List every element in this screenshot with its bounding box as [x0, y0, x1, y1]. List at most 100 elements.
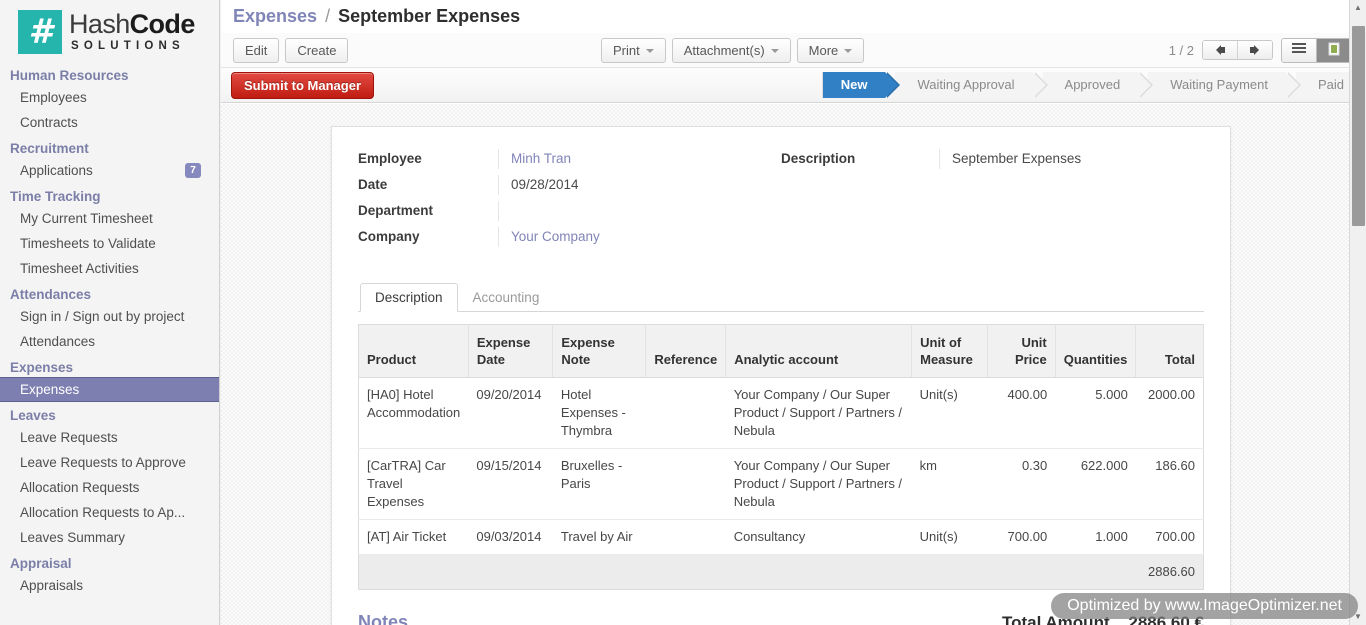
logo-name-light: Hash	[69, 9, 130, 40]
form-column-left: Employee Minh Tran Date 09/28/2014 Departmen…	[358, 149, 781, 253]
cell-reference	[645, 519, 726, 555]
cell-unit-price: 400.00	[987, 377, 1056, 449]
cell-total: 186.60	[1135, 448, 1204, 520]
cell-quantities: 622.000	[1055, 448, 1136, 520]
field-value-description: September Expenses	[939, 149, 1204, 169]
cell-unit-price: 700.00	[987, 519, 1056, 555]
totals-value: 2886.60	[1135, 554, 1204, 590]
attachments-label: Attachment(s)	[683, 42, 765, 58]
sidebar-item-applications[interactable]: Applications 7	[0, 158, 219, 183]
sidebar-item-leave-requests-to-approve[interactable]: Leave Requests to Approve	[0, 450, 219, 475]
cell-total: 2000.00	[1135, 377, 1204, 449]
sidebar-item-sign-in-sign-out-by-project[interactable]: Sign in / Sign out by project	[0, 304, 219, 329]
table-body: [HA0] Hotel Accommodation 09/20/2014 Hotel…	[358, 377, 1204, 590]
table-row[interactable]: [HA0] Hotel Accommodation 09/20/2014 Hotel…	[358, 377, 1204, 449]
cell-unit-price: 0.30	[987, 448, 1056, 520]
sidebar-section-title: Recruitment	[10, 141, 89, 156]
column-header-unit-price: Unit Price	[987, 324, 1056, 378]
sidebar-item-my-current-timesheet[interactable]: My Current Timesheet	[0, 206, 219, 231]
application-window: # HashCode SOLUTIONS Human Resources Empl…	[0, 0, 1366, 625]
total-amount-value: 2886.60 €	[1128, 613, 1204, 625]
sidebar-item-attendances[interactable]: Attendances	[0, 329, 219, 354]
column-header-reference: Reference	[645, 324, 727, 378]
hash-glyph: #	[28, 12, 53, 52]
sidebar-item-allocation-requests[interactable]: Allocation Requests	[0, 475, 219, 500]
workflow-stage-paid[interactable]: Paid	[1295, 72, 1356, 98]
sidebar-item-allocation-requests-to-ap[interactable]: Allocation Requests to Ap...	[0, 500, 219, 525]
scrollbar-thumb[interactable]	[1352, 26, 1365, 226]
tab-description[interactable]: Description	[360, 283, 458, 312]
sidebar: # HashCode SOLUTIONS Human Resources Empl…	[0, 0, 220, 625]
column-header-quantities: Quantities	[1055, 324, 1137, 378]
cell-product: [CarTRA] Car Travel Expenses	[358, 448, 469, 520]
notebook-tabs: Description Accounting	[358, 283, 1204, 312]
workflow-stage-waiting-approval[interactable]: Waiting Approval	[895, 72, 1048, 98]
print-dropdown-button[interactable]: Print	[601, 37, 666, 63]
sidebar-item-label: Leaves Summary	[20, 530, 126, 545]
sidebar-item-employees[interactable]: Employees	[0, 85, 219, 110]
sidebar-item-leave-requests[interactable]: Leave Requests	[0, 425, 219, 450]
cell-total: 700.00	[1135, 519, 1204, 555]
totals-spacer	[358, 554, 1136, 590]
cell-unit-of-measure: Unit(s)	[911, 519, 988, 555]
create-button[interactable]: Create	[285, 37, 349, 63]
more-dropdown-button[interactable]: More	[796, 37, 865, 63]
sidebar-item-appraisals[interactable]: Appraisals	[0, 573, 219, 598]
field-value-employee[interactable]: Minh Tran	[498, 149, 781, 169]
toolbar-center-group: Print Attachment(s) More	[601, 37, 870, 63]
workflow-stage-waiting-payment[interactable]: Waiting Payment	[1148, 72, 1301, 98]
workflow-stages: New Waiting Approval Approved Waiting Payme…	[821, 72, 1356, 98]
logo-wordmark: HashCode SOLUTIONS	[65, 11, 195, 53]
breadcrumb: Expenses / September Expenses	[221, 0, 1366, 33]
attachments-dropdown-button[interactable]: Attachment(s)	[671, 37, 791, 63]
form-field: Employee Minh Tran	[358, 149, 781, 169]
form-field: Company Your Company	[358, 227, 781, 247]
list-view-icon[interactable]	[1282, 38, 1316, 62]
tab-accounting[interactable]: Accounting	[458, 283, 555, 312]
form-field: Description September Expenses	[781, 149, 1204, 169]
table-row[interactable]: [CarTRA] Car Travel Expenses 09/15/2014 Br…	[358, 448, 1204, 520]
sidebar-item-leaves-summary[interactable]: Leaves Summary	[0, 525, 219, 550]
status-bar: Submit to Manager New Waiting Approval App…	[221, 68, 1366, 103]
form-field: Department	[358, 201, 781, 221]
cell-expense-note: Bruxelles - Paris	[552, 448, 646, 520]
form-view-icon[interactable]	[1316, 38, 1351, 62]
edit-button[interactable]: Edit	[233, 37, 280, 63]
scroll-down-arrow-icon[interactable]: ▼	[1350, 609, 1366, 625]
sidebar-item-expenses[interactable]: Expenses	[0, 377, 219, 402]
submit-to-manager-button[interactable]: Submit to Manager	[231, 71, 375, 99]
arrow-right-icon[interactable]	[1237, 41, 1272, 59]
workflow-stage-new[interactable]: New	[821, 72, 901, 98]
app-logo[interactable]: # HashCode SOLUTIONS	[0, 0, 219, 62]
record-toolbar: Edit Create Print Attachment(s) More 1 /…	[221, 33, 1366, 68]
sidebar-section-title: Human Resources	[10, 68, 129, 83]
main-content: Expenses / September Expenses Edit Creat…	[221, 0, 1366, 625]
sidebar-item-label: Timesheets to Validate	[20, 236, 156, 251]
table-row[interactable]: [AT] Air Ticket 09/03/2014 Travel by Air Co…	[358, 519, 1204, 555]
field-label-date: Date	[358, 177, 388, 192]
arrow-left-icon[interactable]	[1203, 41, 1237, 59]
field-value-company[interactable]: Your Company	[498, 227, 781, 247]
scroll-up-arrow-icon[interactable]: ▲	[1350, 0, 1366, 16]
cell-analytic-account: Your Company / Our Super Product / Suppo…	[725, 377, 912, 449]
sidebar-section-title: Attendances	[10, 287, 92, 302]
column-header-unit-of-measure: Unit of Measure	[911, 324, 989, 378]
sidebar-section-title: Time Tracking	[10, 189, 101, 204]
breadcrumb-root[interactable]: Expenses	[233, 6, 317, 26]
sidebar-item-contracts[interactable]: Contracts	[0, 110, 219, 135]
column-header-expense-note: Expense Note	[552, 324, 647, 378]
sidebar-item-label: Expenses	[20, 382, 80, 397]
column-header-analytic-account: Analytic account	[725, 324, 913, 378]
workflow-stage-approved[interactable]: Approved	[1042, 72, 1153, 98]
sidebar-item-timesheets-to-validate[interactable]: Timesheets to Validate	[0, 231, 219, 256]
expense-lines-table: Product Expense Date Expense Note Reference…	[358, 324, 1204, 590]
sidebar-item-label: My Current Timesheet	[20, 211, 153, 226]
sidebar-item-timesheet-activities[interactable]: Timesheet Activities	[0, 256, 219, 281]
breadcrumb-separator: /	[325, 6, 331, 26]
page-scrollbar[interactable]: ▲ ▼	[1349, 0, 1366, 625]
more-label: More	[808, 42, 839, 58]
view-switcher	[1281, 37, 1352, 63]
logo-tagline: SOLUTIONS	[71, 40, 185, 53]
logo-name: HashCode	[69, 11, 195, 38]
breadcrumb-current: September Expenses	[338, 6, 521, 26]
